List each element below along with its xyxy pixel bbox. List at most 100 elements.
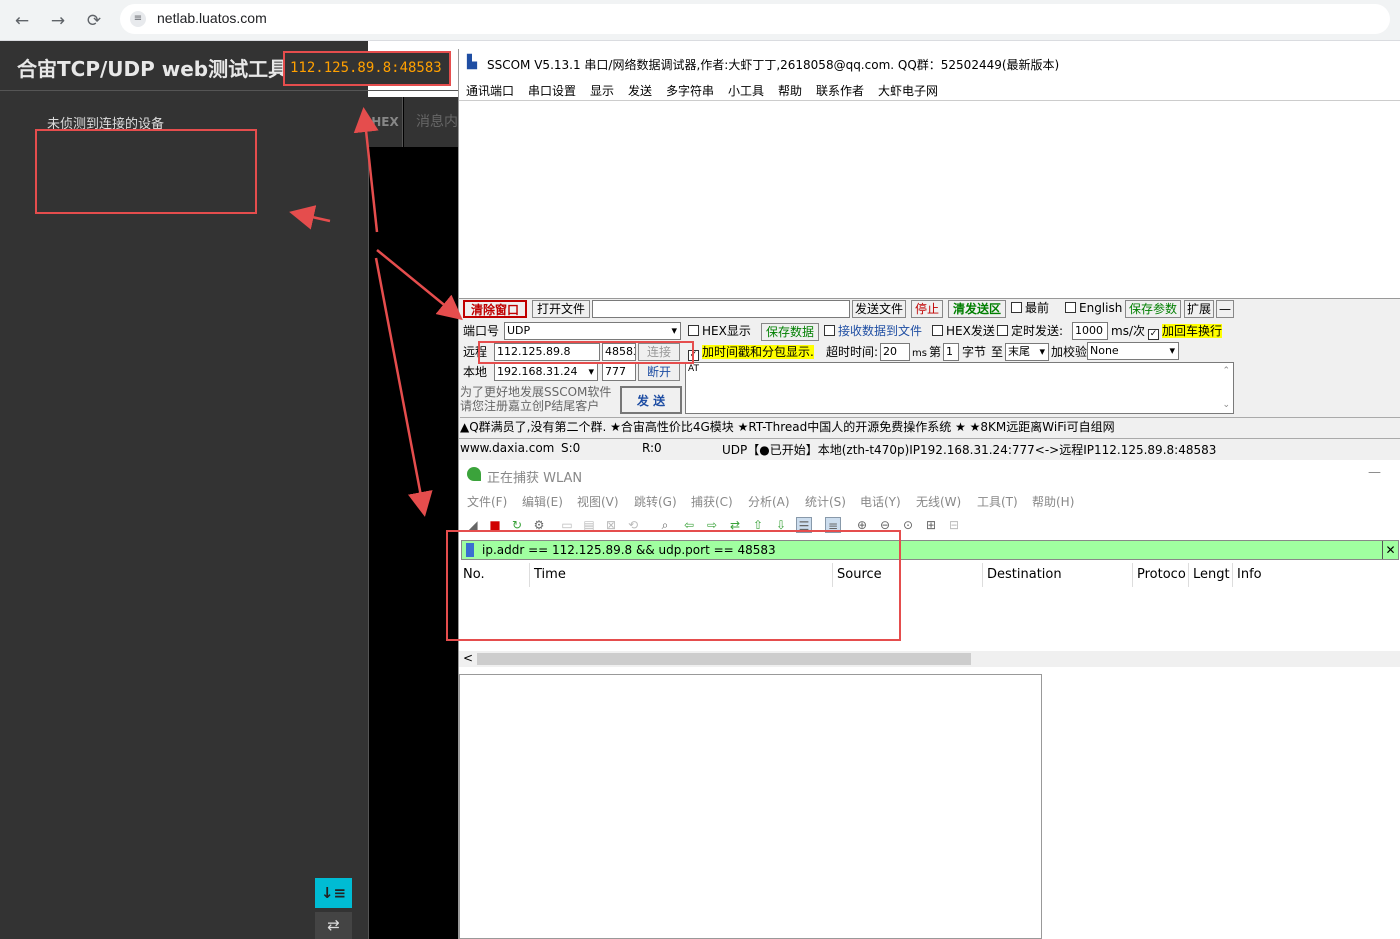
ws-menu-analyze[interactable]: 分析(A) [748,493,790,510]
col-protocol[interactable]: Protoco [1133,563,1189,587]
wireshark-logo-icon [467,467,481,481]
resize-columns-icon[interactable]: ⊞ [923,517,939,533]
send-text: AT [688,364,699,374]
loop-icon[interactable]: ⇄ [315,912,352,939]
save-data-button[interactable]: 保存数据 [761,323,819,341]
col-length[interactable]: Lengt [1189,563,1233,587]
receive-area[interactable] [459,101,1400,299]
byte-input[interactable]: 1 [943,343,959,361]
hex-tab[interactable]: HEX [368,97,403,147]
packet-details-pane[interactable] [459,674,1042,939]
header-divider [0,90,458,91]
timeout-unit: ms [912,348,927,359]
send-button[interactable]: 发 送 [620,386,682,414]
site-info-icon[interactable]: ≡ [130,11,146,27]
byte-prefix: 第 [929,345,942,359]
expand-button[interactable]: 扩展 [1184,300,1214,318]
menu-display[interactable]: 显示 [590,82,614,99]
collapse-button[interactable]: — [1216,300,1234,318]
save-params-button[interactable]: 保存参数 [1125,300,1181,318]
url-text: netlab.luatos.com [157,10,267,26]
stop-button[interactable]: 停止 [911,300,943,318]
timestamp-label: 加时间戳和分包显示. [702,345,814,359]
file-path-field[interactable] [592,300,850,318]
back-arrow-icon[interactable]: ← [9,8,35,34]
ws-menu-telephony[interactable]: 电话(Y) [860,493,901,510]
clear-window-button[interactable]: 清除窗口 [463,300,527,318]
ws-menu-tools[interactable]: 工具(T) [977,493,1018,510]
timestamp-checkbox[interactable]: ✓ 加时间戳和分包显示. [688,344,814,361]
port-select[interactable]: UDP ▾ [504,322,681,340]
to-value: 末尾 [1008,345,1030,358]
chevron-down-icon: ▾ [671,324,677,337]
ws-menu-go[interactable]: 跳转(G) [634,493,677,510]
layout-icon[interactable]: ⊟ [946,517,962,533]
reload-icon[interactable]: ⟳ [81,8,107,34]
ws-menu-edit[interactable]: 编辑(E) [522,493,563,510]
port-label: 端口号 [463,324,500,338]
always-on-top-checkbox[interactable]: 最前 [1011,300,1049,317]
menu-contact[interactable]: 联系作者 [816,82,864,99]
menu-help[interactable]: 帮助 [778,82,802,99]
menu-daxia[interactable]: 大虾电子网 [878,82,938,99]
packet-list-scrollbar[interactable]: < [459,651,1400,667]
zoom-reset-icon[interactable]: ⊙ [900,517,916,533]
ws-menu-capture[interactable]: 捕获(C) [691,493,733,510]
hex-send-checkbox[interactable]: HEX发送 [932,323,995,340]
server-ip-address[interactable]: 112.125.89.8:48583 [283,51,451,86]
scroll-down-icon[interactable]: ⌄ [1222,399,1230,411]
open-file-button[interactable]: 打开文件 [532,300,590,318]
address-bar[interactable]: ≡ netlab.luatos.com [120,4,1390,34]
scroll-thumb[interactable] [477,653,971,665]
ws-menu-help[interactable]: 帮助(H) [1032,493,1074,510]
add-crlf-label: 加回车换行 [1162,324,1223,338]
sscom-title: SSCOM V5.13.1 串口/网络数据调试器,作者:大虾丁丁,2618058… [487,58,1060,72]
menu-send[interactable]: 发送 [628,82,652,99]
send-textarea[interactable]: AT ⌃ ⌄ [685,362,1234,414]
timed-send-label: 定时发送: [1011,324,1064,338]
col-destination[interactable]: Destination [983,563,1133,587]
clear-send-button[interactable]: 清发送区 [948,300,1006,318]
send-file-button[interactable]: 发送文件 [852,300,906,318]
message-content-tab[interactable]: 消息内容 [404,97,458,147]
col-info[interactable]: Info [1233,563,1400,587]
ws-menu-wireless[interactable]: 无线(W) [916,493,961,510]
sscom-window: ▙ SSCOM V5.13.1 串口/网络数据调试器,作者:大虾丁丁,26180… [458,49,1400,460]
local-ip-select[interactable]: 192.168.31.24 ▾ [494,363,598,381]
add-crlf-checkbox[interactable]: ✓ 加回车换行 [1148,323,1223,340]
chevron-down-icon: ▾ [1169,344,1175,357]
scroll-up-icon[interactable]: ⌃ [1222,365,1230,377]
status-site[interactable]: www.daxia.com [460,441,554,455]
sort-icon[interactable]: ↓≡ [315,878,352,908]
interval-input[interactable]: 1000 [1072,322,1108,340]
local-port-input[interactable]: 777 [602,363,636,381]
ws-menu-view[interactable]: 视图(V) [577,493,619,510]
minimize-icon[interactable]: — [1368,465,1381,480]
port-value: UDP [507,324,531,337]
timed-send-checkbox[interactable]: 定时发送: [997,323,1063,340]
recv-to-file-checkbox[interactable]: 接收数据到文件 [824,323,922,340]
checksum-select[interactable]: None ▾ [1087,342,1179,360]
disconnect-button[interactable]: 断开 [638,363,680,381]
status-connection: UDP【●已开始】本地(zth-t470p)IP192.168.31.24:77… [722,443,1217,457]
clear-filter-icon[interactable]: ✕ [1382,541,1398,559]
forward-arrow-icon[interactable]: → [45,8,71,34]
ws-menu-statistics[interactable]: 统计(S) [805,493,846,510]
news-ticker[interactable]: ▲Q群满员了,没有第二个群. ★合宙高性价比4G模块 ★RT-Thread中国人… [460,417,1400,436]
local-label: 本地 [463,365,488,379]
scroll-left-icon[interactable]: < [463,651,473,665]
to-select[interactable]: 末尾 ▾ [1005,343,1049,361]
checksum-label: 加校验 [1051,345,1088,359]
to-label: 至 [991,345,1004,359]
hex-display-checkbox[interactable]: HEX显示 [688,323,751,340]
checksum-value: None [1090,344,1119,357]
ws-menu-file[interactable]: 文件(F) [467,493,507,510]
status-sent: S:0 [561,441,581,455]
english-checkbox[interactable]: English [1065,300,1122,317]
menu-multi-string[interactable]: 多字符串 [666,82,714,99]
menu-serial-settings[interactable]: 串口设置 [528,82,576,99]
menu-comm-port[interactable]: 通讯端口 [466,82,514,99]
menu-tools[interactable]: 小工具 [728,82,764,99]
wireshark-menubar: 文件(F) 编辑(E) 视图(V) 跳转(G) 捕获(C) 分析(A) 统计(S… [459,488,1400,512]
timeout-input[interactable]: 20 [880,343,910,361]
